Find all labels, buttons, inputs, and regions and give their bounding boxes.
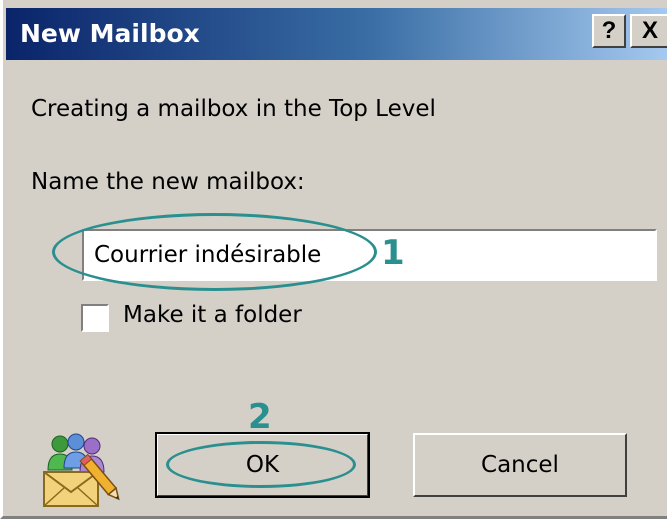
annotation-marker-1: 1: [381, 233, 405, 273]
new-mailbox-dialog: New Mailbox ? X Creating a mailbox in th…: [0, 0, 667, 519]
info-text: Creating a mailbox in the Top Level: [31, 96, 436, 122]
help-button[interactable]: ?: [592, 14, 626, 48]
title-bar[interactable]: New Mailbox ? X: [6, 8, 667, 60]
make-folder-label: Make it a folder: [123, 302, 302, 328]
mailbox-name-input[interactable]: [82, 229, 657, 281]
cancel-button[interactable]: Cancel: [413, 433, 627, 497]
users-envelope-pencil-icon-graphic: [43, 433, 120, 507]
window-title: New Mailbox: [20, 19, 200, 48]
users-envelope-pencil-icon: [40, 432, 122, 508]
make-folder-checkbox[interactable]: [81, 304, 109, 332]
close-button[interactable]: X: [630, 14, 667, 48]
name-label: Name the new mailbox:: [31, 169, 305, 195]
ok-button[interactable]: OK: [155, 432, 370, 498]
annotation-marker-2: 2: [248, 397, 272, 437]
